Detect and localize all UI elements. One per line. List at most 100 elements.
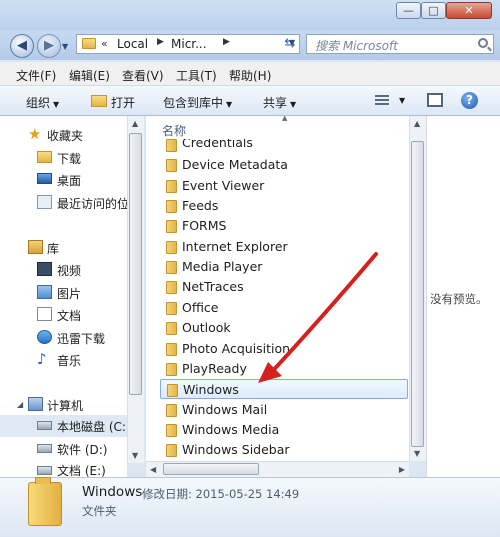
nav-documents[interactable]: 文档 <box>0 304 127 326</box>
file-row[interactable]: Windows <box>160 379 408 400</box>
folder-icon <box>166 139 177 152</box>
breadcrumb-arrow-icon[interactable]: ▶ <box>223 37 230 47</box>
hidden-crumbs-chevron[interactable]: « <box>101 37 108 50</box>
file-name: NetTraces <box>182 279 244 295</box>
nav-favorites[interactable]: ★ 收藏夹 <box>0 124 127 146</box>
views-icon[interactable] <box>375 95 389 107</box>
download-folder-icon <box>37 151 52 163</box>
scroll-right-icon[interactable]: ▶ <box>399 465 405 474</box>
nav-computer[interactable]: ◢ 计算机 <box>0 394 127 416</box>
nav-videos[interactable]: 视频 <box>0 259 127 281</box>
file-row[interactable]: PlayReady <box>160 359 408 379</box>
file-name: PlayReady <box>182 360 247 376</box>
drive-icon <box>37 466 52 475</box>
chevron-down-icon: ▼ <box>226 100 233 109</box>
collapse-arrow-icon[interactable]: ◢ <box>17 400 23 409</box>
include-in-library-button[interactable]: 包含到库中 ▼ <box>163 94 232 111</box>
nav-label: 最近访问的位 <box>57 197 130 211</box>
nav-label: 迅雷下载 <box>57 332 106 346</box>
scroll-up-icon[interactable]: ▲ <box>132 119 138 128</box>
nav-label: 桌面 <box>57 174 82 188</box>
open-button[interactable]: 打开 <box>111 94 135 111</box>
video-library-icon <box>37 262 52 276</box>
nav-pictures[interactable]: 图片 <box>0 282 127 304</box>
organize-button[interactable]: 组织 ▼ <box>26 94 59 111</box>
menu-bar: 文件(F) 编辑(E) 查看(V) 工具(T) 帮助(H) <box>0 62 500 86</box>
minimize-button[interactable]: — <box>396 2 421 19</box>
forward-button[interactable]: ▶ <box>37 34 61 58</box>
file-row[interactable]: Outlook <box>160 318 408 338</box>
file-row[interactable]: Media Player <box>160 257 408 277</box>
file-row[interactable]: Feeds <box>160 196 408 216</box>
menu-view[interactable]: 查看(V) <box>122 67 164 84</box>
help-icon[interactable]: ? <box>461 92 478 109</box>
folder-icon <box>166 403 177 417</box>
scroll-down-icon[interactable]: ▼ <box>414 449 420 458</box>
scroll-up-icon[interactable]: ▲ <box>414 119 420 128</box>
nav-local-disk-c[interactable]: 本地磁盘 (C:) <box>0 415 131 437</box>
breadcrumb-microsoft[interactable]: Micr... <box>171 37 207 51</box>
nav-label: 收藏夹 <box>47 129 84 143</box>
breadcrumb-arrow-icon[interactable]: ▶ <box>157 37 164 47</box>
maximize-button[interactable]: □ <box>421 2 446 19</box>
library-icon <box>28 240 43 254</box>
nav-label: 图片 <box>57 287 82 301</box>
nav-label: 文档 <box>57 309 82 323</box>
nav-recent[interactable]: 最近访问的位 <box>0 192 130 214</box>
chevron-down-icon: ▼ <box>53 100 60 109</box>
scroll-left-icon[interactable]: ◀ <box>150 465 156 474</box>
nav-libraries[interactable]: 库 <box>0 237 127 259</box>
details-item-name: Windows <box>82 484 143 500</box>
nav-music[interactable]: ♪ 音乐 <box>0 349 127 371</box>
command-bar: 组织 ▼ 打开 包含到库中 ▼ 共享 ▼ <box>0 86 500 116</box>
file-row[interactable]: Device Metadata <box>160 155 408 175</box>
nav-downloads[interactable]: 下载 <box>0 147 127 169</box>
refresh-icon[interactable]: ⇆ <box>280 37 300 53</box>
open-label: 打开 <box>111 96 136 110</box>
file-name: Media Player <box>182 259 263 275</box>
breadcrumb-local[interactable]: Local <box>117 37 148 51</box>
menu-tools[interactable]: 工具(T) <box>176 67 217 84</box>
folder-icon <box>166 444 177 458</box>
file-row[interactable]: Windows Mail <box>160 400 408 420</box>
file-row[interactable]: FORMS <box>160 216 408 236</box>
file-row[interactable]: NetTraces <box>160 277 408 297</box>
file-row[interactable]: Office <box>160 298 408 318</box>
folder-icon <box>166 322 177 336</box>
file-name: Windows Sidebar <box>182 442 290 458</box>
views-dropdown-icon[interactable]: ▼ <box>399 96 405 105</box>
menu-file[interactable]: 文件(F) <box>16 67 56 84</box>
file-name: Internet Explorer <box>182 238 288 254</box>
file-row[interactable]: Credentials <box>160 139 408 153</box>
no-preview-text: 没有预览。 <box>430 292 488 306</box>
menu-edit[interactable]: 编辑(E) <box>69 67 110 84</box>
documents-library-icon <box>37 307 52 321</box>
nav-desktop[interactable]: 桌面 <box>0 169 127 191</box>
menu-help[interactable]: 帮助(H) <box>229 67 271 84</box>
file-row[interactable]: Internet Explorer <box>160 237 408 257</box>
back-button[interactable]: ◀ <box>10 34 34 58</box>
horizontal-scroll-thumb[interactable] <box>163 463 259 475</box>
search-input[interactable]: 搜索 Microsoft <box>306 34 494 54</box>
address-bar[interactable]: « Local ▶ Micr... ▶ ▼ <box>76 34 300 54</box>
folder-icon <box>166 200 177 214</box>
file-list-scroll-thumb[interactable] <box>411 141 424 447</box>
nav-thunder-downloads[interactable]: 迅雷下载 <box>0 327 127 349</box>
file-row[interactable]: Windows Media <box>160 420 408 440</box>
close-button[interactable]: ✕ <box>446 2 492 19</box>
nav-label: 视频 <box>57 264 82 278</box>
folder-icon <box>166 423 177 437</box>
nav-scroll-thumb[interactable] <box>129 133 142 395</box>
nav-drive-d[interactable]: 软件 (D:) <box>0 438 127 460</box>
file-row[interactable]: Photo Acquisition <box>160 339 408 359</box>
nav-drive-e[interactable]: 文档 (E:) <box>0 460 127 477</box>
preview-pane-toggle-icon[interactable] <box>427 93 443 107</box>
file-row[interactable]: Windows Sidebar <box>160 440 408 460</box>
column-header-name[interactable]: 名称 <box>162 122 186 139</box>
scroll-down-icon[interactable]: ▼ <box>132 451 138 460</box>
folder-icon <box>166 220 177 234</box>
search-icon[interactable] <box>478 38 488 48</box>
file-row[interactable]: Event Viewer <box>160 176 408 196</box>
share-button[interactable]: 共享 ▼ <box>263 94 296 111</box>
recent-pages-dropdown[interactable]: ▼ <box>62 42 68 51</box>
